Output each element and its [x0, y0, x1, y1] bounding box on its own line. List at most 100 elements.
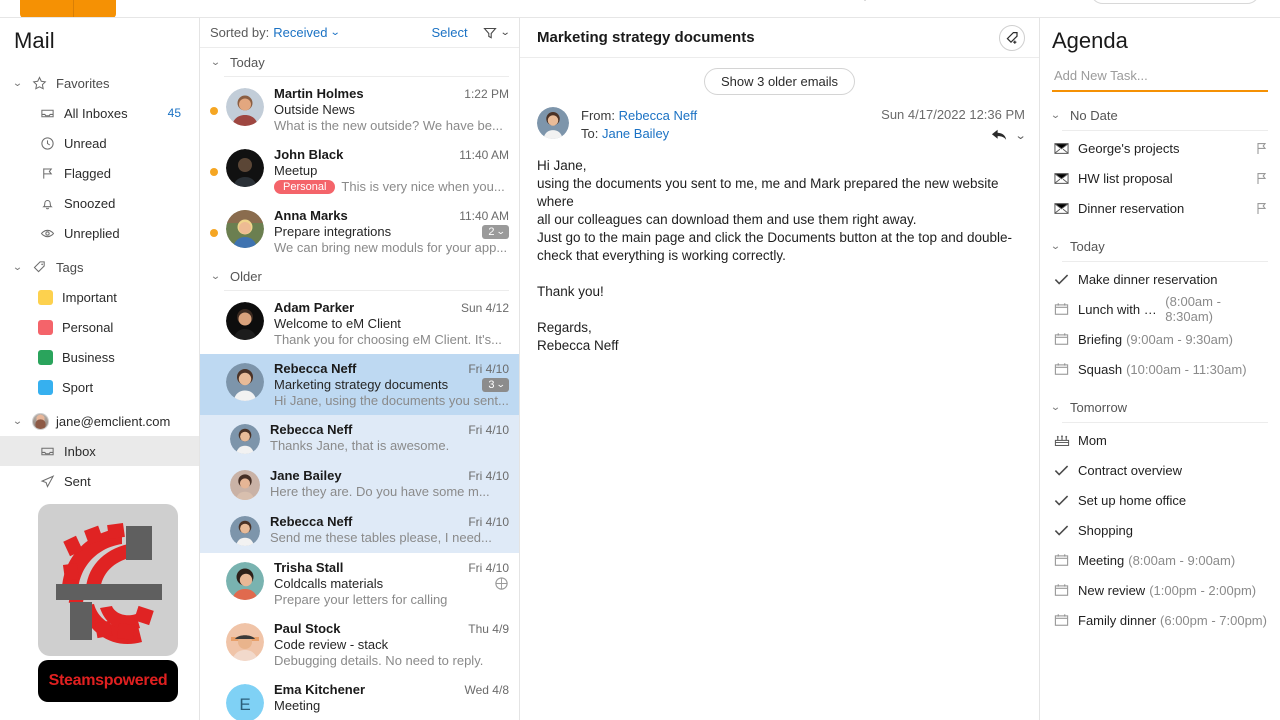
- sidebar-tag-sport[interactable]: Sport: [0, 372, 199, 402]
- agenda-item[interactable]: Shopping: [1040, 515, 1280, 545]
- to-value[interactable]: Jane Bailey: [602, 126, 669, 141]
- thread-count-badge[interactable]: 2 ⌄: [482, 224, 509, 239]
- delete-icon[interactable]: ■: [760, 0, 768, 2]
- sidebar-item-unread[interactable]: Unread: [0, 128, 199, 158]
- new-message-button[interactable]: [20, 0, 116, 17]
- agenda-item[interactable]: New review (1:00pm - 2:00pm): [1040, 575, 1280, 605]
- sender-name: Ema Kitchener: [274, 682, 366, 697]
- chevron-down-icon[interactable]: ⌄: [1014, 129, 1026, 142]
- add-new-task-input[interactable]: Add New Task...: [1052, 64, 1268, 92]
- reply-controls[interactable]: ⌄: [881, 128, 1026, 142]
- message-list-item[interactable]: John Black 11:40 AM Meetup Personal This…: [200, 140, 519, 201]
- agenda-item[interactable]: Squash (10:00am - 11:30am): [1040, 354, 1280, 384]
- message-list-item[interactable]: Anna Marks 11:40 AM Prepare integrations…: [200, 201, 519, 262]
- message-list-item[interactable]: Paul Stock Thu 4/9 Code review - stack D…: [200, 614, 519, 675]
- tag-color-swatch: [38, 379, 53, 395]
- message-preview: Prepare your letters for calling: [274, 592, 448, 607]
- sidebar-folder-inbox[interactable]: Inbox: [0, 436, 199, 466]
- message-list-item[interactable]: Adam Parker Sun 4/12 Welcome to eM Clien…: [200, 293, 519, 354]
- chevron-down-icon: ⌄: [496, 226, 507, 236]
- agenda-item[interactable]: Set up home office: [1040, 485, 1280, 515]
- message-preview: We can bring new moduls for your app...: [274, 240, 508, 255]
- check-icon[interactable]: [1054, 273, 1078, 286]
- flag-icon[interactable]: [1256, 202, 1268, 215]
- agenda-section-tomorrow[interactable]: ⌄ Tomorrow: [1040, 392, 1280, 422]
- message-list-item-selected[interactable]: Rebecca Neff Fri 4/10 Marketing strategy…: [200, 354, 519, 415]
- agenda-section-no-date[interactable]: ⌄ No Date: [1040, 100, 1280, 130]
- message-list-item-thread-child[interactable]: Rebecca Neff Fri 4/10 Thanks Jane, that …: [200, 415, 519, 461]
- show-older-emails-button[interactable]: Show 3 older emails: [703, 68, 856, 95]
- print-icon[interactable]: ■: [935, 0, 943, 2]
- forward-icon[interactable]: ↴: [470, 0, 481, 3]
- sidebar-tag-business[interactable]: Business: [0, 342, 199, 372]
- message-list-item[interactable]: Trisha Stall Fri 4/10 Coldcalls material…: [200, 553, 519, 614]
- agenda-item[interactable]: Mom: [1040, 425, 1280, 455]
- filter-icon: [482, 27, 497, 39]
- sidebar-group-favorites[interactable]: ⌄ Favorites: [0, 68, 199, 98]
- search-input[interactable]: [1090, 0, 1260, 4]
- select-button[interactable]: Select: [431, 25, 467, 40]
- message-content: Adam Parker Sun 4/12 Welcome to eM Clien…: [274, 300, 509, 347]
- chevron-down-icon[interactable]: ⌄: [330, 27, 341, 38]
- message-time: 1:22 PM: [464, 87, 509, 101]
- sidebar-item-snoozed[interactable]: Snoozed: [0, 188, 199, 218]
- reply-icon[interactable]: [991, 128, 1008, 142]
- check-icon[interactable]: [1054, 464, 1078, 477]
- divider: [1062, 261, 1268, 262]
- sender-name: Trisha Stall: [274, 560, 344, 575]
- flag-icon[interactable]: [1256, 142, 1268, 155]
- agenda-section-label: Today: [1070, 238, 1105, 254]
- sidebar-item-unreplied[interactable]: Unreplied: [0, 218, 199, 248]
- sidebar-item-all-inboxes[interactable]: All Inboxes 45: [0, 98, 199, 128]
- email-body: Hi Jane, using the documents you sent to…: [520, 143, 1039, 355]
- agenda-item[interactable]: Contract overview: [1040, 455, 1280, 485]
- message-list-item[interactable]: Martin Holmes 1:22 PM Outside News What …: [200, 79, 519, 140]
- clock-icon: [40, 136, 64, 151]
- agenda-item[interactable]: Family dinner (6:00pm - 7:00pm): [1040, 605, 1280, 635]
- email-subject: Marketing strategy documents: [537, 29, 755, 46]
- sidebar-item-flagged[interactable]: Flagged: [0, 158, 199, 188]
- agenda-item[interactable]: Briefing (9:00am - 9:30am): [1040, 324, 1280, 354]
- sort-dropdown[interactable]: Received: [273, 25, 327, 40]
- reply-all-icon[interactable]: ↳: [408, 0, 419, 3]
- from-value[interactable]: Rebecca Neff: [619, 108, 698, 123]
- unread-indicator: [210, 107, 218, 115]
- message-list-item-thread-child[interactable]: Rebecca Neff Fri 4/10 Send me these tabl…: [200, 507, 519, 553]
- email-body-line: check that everything is working correct…: [537, 248, 786, 263]
- agenda-item[interactable]: Make dinner reservation: [1040, 264, 1280, 294]
- add-tag-button[interactable]: [999, 24, 1025, 51]
- sidebar-tag-personal[interactable]: Personal: [0, 312, 199, 342]
- agenda-item-label: George's projects: [1078, 140, 1180, 156]
- agenda-item-label: HW list proposal: [1078, 170, 1173, 186]
- message-list-item-thread-child[interactable]: Jane Bailey Fri 4/10 Here they are. Do y…: [200, 461, 519, 507]
- eye-icon: [40, 226, 64, 241]
- filter-button[interactable]: ⌄: [482, 25, 510, 41]
- send-icon: [40, 474, 64, 489]
- unread-count-badge: 45: [167, 106, 181, 120]
- tag-icon[interactable]: ◆: [860, 0, 870, 3]
- archive-icon[interactable]: Archive: [612, 0, 655, 2]
- agenda-item[interactable]: George's projects: [1040, 133, 1280, 163]
- message-section-today[interactable]: ⌄ Today: [200, 48, 519, 76]
- agenda-item[interactable]: HW list proposal: [1040, 163, 1280, 193]
- flag-icon[interactable]: [1256, 172, 1268, 185]
- sidebar-tag-label: Important: [62, 289, 117, 305]
- calendar-icon: [1054, 332, 1078, 346]
- check-icon[interactable]: [1054, 524, 1078, 537]
- sidebar-tag-important[interactable]: Important: [0, 282, 199, 312]
- sidebar-group-tags[interactable]: ⌄ Tags: [0, 252, 199, 282]
- agenda-section-today[interactable]: ⌄ Today: [1040, 231, 1280, 261]
- agenda-item[interactable]: Dinner reservation: [1040, 193, 1280, 223]
- message-section-older[interactable]: ⌄ Older: [200, 262, 519, 290]
- tag-icon: [32, 260, 54, 275]
- agenda-item[interactable]: Lunch with Joe (8:00am - 8:30am): [1040, 294, 1280, 324]
- agenda-item-label: Make dinner reservation: [1078, 271, 1218, 287]
- new-message-split-divider[interactable]: [73, 0, 74, 17]
- message-list-item[interactable]: E Ema Kitchener Wed 4/8 Meeting: [200, 675, 519, 720]
- sidebar-account-row[interactable]: ⌄ jane@emclient.com: [0, 406, 199, 436]
- agenda-item[interactable]: Meeting (8:00am - 9:00am): [1040, 545, 1280, 575]
- sidebar-folder-sent[interactable]: Sent: [0, 466, 199, 496]
- thread-count-badge[interactable]: 3 ⌄: [482, 377, 509, 392]
- check-icon[interactable]: [1054, 494, 1078, 507]
- reply-icon[interactable]: ➔: [140, 0, 151, 3]
